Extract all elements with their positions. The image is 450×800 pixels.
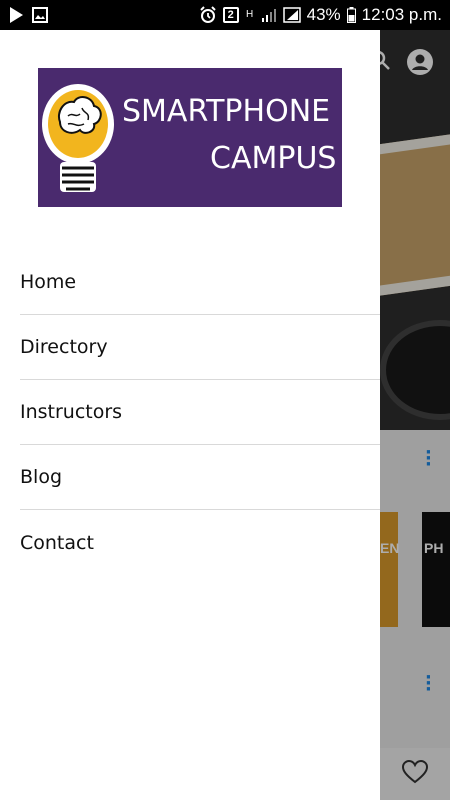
navigation-drawer: SMARTPHONE CAMPUS Home Directory Instruc… <box>0 30 380 800</box>
nav-item-instructors[interactable]: Instructors <box>20 380 380 445</box>
drawer-nav: Home Directory Instructors Blog Contact <box>20 250 380 575</box>
battery-percentage: 43% <box>306 5 341 24</box>
clock: 12:03 p.m. <box>361 5 442 24</box>
image-icon <box>32 7 48 23</box>
nav-item-blog[interactable]: Blog <box>20 445 380 510</box>
logo-line2: CAMPUS <box>210 141 337 176</box>
sim-icon: 2 <box>222 7 239 23</box>
network-letter: H <box>246 9 254 20</box>
nav-item-directory[interactable]: Directory <box>20 315 380 380</box>
signal-icon <box>261 7 277 23</box>
nav-item-home[interactable]: Home <box>20 250 380 315</box>
status-bar: 2 H 43% 12:03 p.m. <box>0 0 450 30</box>
alarm-icon <box>199 6 217 24</box>
logo-line1: SMARTPHONE <box>122 94 331 129</box>
play-icon <box>8 6 24 24</box>
battery-icon <box>346 7 356 23</box>
signal-icon-2 <box>282 7 301 23</box>
network-type-icon: H <box>245 10 255 20</box>
lightbulb-brain-icon <box>42 84 114 192</box>
smartphone-campus-logo: SMARTPHONE CAMPUS <box>38 68 342 207</box>
nav-item-contact[interactable]: Contact <box>20 510 380 575</box>
